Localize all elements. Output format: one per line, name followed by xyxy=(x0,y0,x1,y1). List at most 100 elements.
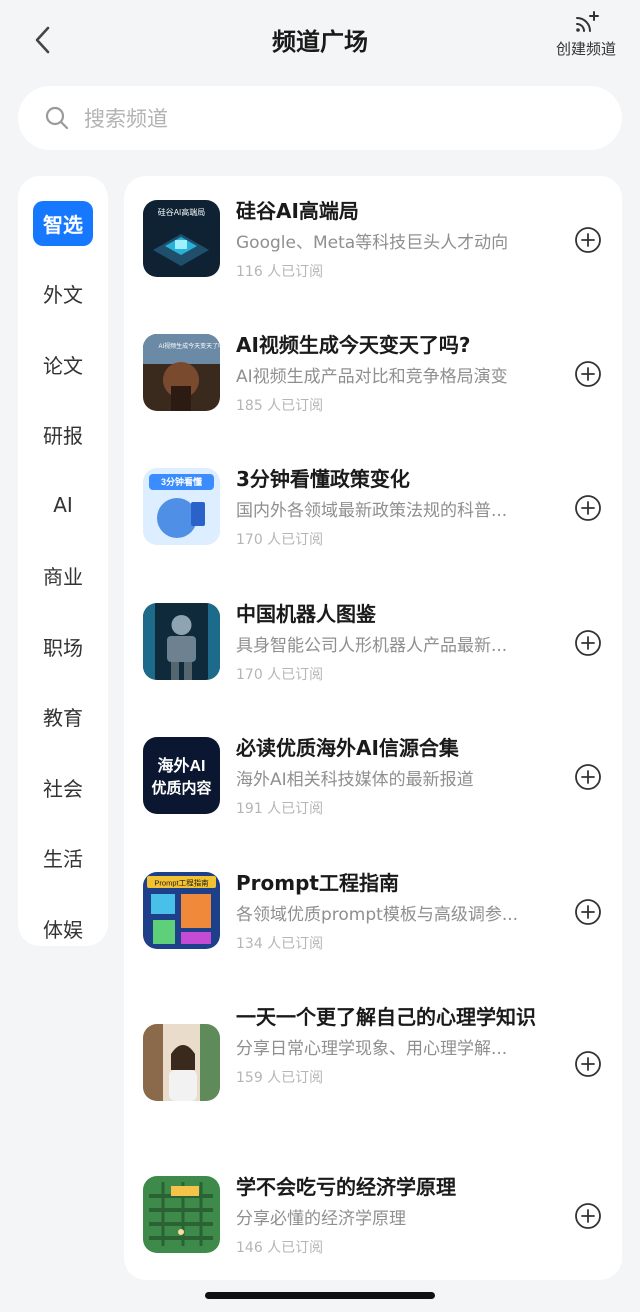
channel-thumbnail xyxy=(143,603,220,680)
category-label: 体娱 xyxy=(43,917,83,942)
subscribe-button[interactable] xyxy=(574,1202,602,1230)
subscribe-button[interactable] xyxy=(574,898,602,926)
plus-circle-icon xyxy=(575,227,601,253)
channel-info: 硅谷AI高端局 Google、Meta等科技巨头人才动向 116 人已订阅 xyxy=(236,194,556,286)
category-item[interactable]: 商业 xyxy=(18,541,108,612)
channel-row[interactable]: 中国机器人图鉴 具身智能公司人形机器人产品最新... 170 人已订阅 xyxy=(124,579,622,713)
home-indicator[interactable] xyxy=(205,1292,435,1299)
channel-subscribers: 134 人已订阅 xyxy=(236,936,324,952)
search-placeholder: 搜索频道 xyxy=(84,107,168,131)
subscribe-button[interactable] xyxy=(574,360,602,388)
channel-square-page: 频道广场 创建频道 搜索频道 智选 外文 论文 研报 AI 商业 职场 教育 社… xyxy=(0,0,640,1312)
category-item[interactable]: 智选 xyxy=(18,188,108,259)
channel-info: Prompt工程指南 各领域优质prompt模板与高级调参... 134 人已订… xyxy=(236,866,556,958)
channel-info: 必读优质海外AI信源合集 海外AI相关科技媒体的最新报道 191 人已订阅 xyxy=(236,731,556,823)
plus-circle-icon xyxy=(575,899,601,925)
header: 频道广场 创建频道 xyxy=(0,0,640,84)
channel-thumbnail xyxy=(143,1024,220,1101)
plus-circle-icon xyxy=(575,764,601,790)
channel-info: 学不会吃亏的经济学原理 分享必懂的经济学原理 146 人已订阅 xyxy=(236,1170,556,1262)
channel-title: 中国机器人图鉴 xyxy=(236,602,376,626)
category-item[interactable]: 教育 xyxy=(18,682,108,753)
category-label: 论文 xyxy=(43,353,83,378)
channel-subscribers: 170 人已订阅 xyxy=(236,667,324,683)
channel-row[interactable]: 一天一个更了解自己的心理学知识 分享日常心理学现象、用心理学解... 159 人… xyxy=(124,982,622,1152)
plus-circle-icon xyxy=(575,1051,601,1077)
search-input[interactable]: 搜索频道 xyxy=(18,86,622,150)
channel-subscribers: 191 人已订阅 xyxy=(236,801,324,817)
channel-desc: 分享必懂的经济学原理 xyxy=(236,1209,406,1229)
subscribe-button[interactable] xyxy=(574,226,602,254)
channel-title: 学不会吃亏的经济学原理 xyxy=(236,1175,456,1199)
channel-title: 3分钟看懂政策变化 xyxy=(236,467,410,491)
thumbnail-text: 3分钟看懂 xyxy=(161,476,202,487)
subscribe-button[interactable] xyxy=(574,629,602,657)
channel-title: 必读优质海外AI信源合集 xyxy=(236,736,459,760)
category-item[interactable]: 生活 xyxy=(18,823,108,894)
channel-subscribers: 146 人已订阅 xyxy=(236,1240,324,1256)
category-label: 社会 xyxy=(43,776,83,801)
category-item[interactable]: AI xyxy=(18,470,108,541)
channel-title: 硅谷AI高端局 xyxy=(236,199,359,223)
search-icon xyxy=(45,106,69,130)
category-label: 职场 xyxy=(43,635,83,660)
channel-row[interactable]: 学不会吃亏的经济学原理 分享必懂的经济学原理 146 人已订阅 xyxy=(124,1152,622,1280)
category-label: AI xyxy=(53,493,73,518)
channel-subscribers: 170 人已订阅 xyxy=(236,532,324,548)
channel-subscribers: 159 人已订阅 xyxy=(236,1070,324,1086)
channel-row[interactable]: Prompt工程指南 Prompt工程指南 各领域优质prompt模板与高级调参… xyxy=(124,848,622,982)
channel-thumbnail: 3分钟看懂 xyxy=(143,468,220,545)
plus-circle-icon xyxy=(575,361,601,387)
category-item[interactable]: 职场 xyxy=(18,611,108,682)
channel-thumbnail: 硅谷AI高端局 xyxy=(143,200,220,277)
channel-subscribers: 185 人已订阅 xyxy=(236,398,324,414)
channel-title: AI视频生成今天变天了吗? xyxy=(236,333,471,357)
channel-row[interactable]: 硅谷AI高端局 硅谷AI高端局 Google、Meta等科技巨头人才动向 116… xyxy=(124,176,622,310)
category-label: 商业 xyxy=(43,565,83,590)
category-item[interactable]: 体娱 xyxy=(18,893,108,964)
thumbnail-text: 硅谷AI高端局 xyxy=(158,207,206,217)
channel-info: 3分钟看懂政策变化 国内外各领域最新政策法规的科普... 170 人已订阅 xyxy=(236,462,556,554)
create-channel-button[interactable]: 创建频道 xyxy=(550,10,622,66)
channel-row[interactable]: 海外AI 优质内容 必读优质海外AI信源合集 海外AI相关科技媒体的最新报道 1… xyxy=(124,713,622,848)
channel-title: 一天一个更了解自己的心理学知识 xyxy=(236,1005,536,1029)
category-sidebar: 智选 外文 论文 研报 AI 商业 职场 教育 社会 生活 体娱 xyxy=(18,176,108,946)
plus-circle-icon xyxy=(575,1203,601,1229)
channel-thumbnail: 海外AI 优质内容 xyxy=(143,737,220,814)
channel-info: 一天一个更了解自己的心理学知识 分享日常心理学现象、用心理学解... 159 人… xyxy=(236,1000,556,1092)
category-label: 研报 xyxy=(43,424,83,449)
channel-row[interactable]: AI视频生成今天变天了吗? AI视频生成今天变天了吗? AI视频生成产品对比和竞… xyxy=(124,310,622,444)
subscribe-button[interactable] xyxy=(574,763,602,791)
channel-title: Prompt工程指南 xyxy=(236,871,399,895)
category-item[interactable]: 社会 xyxy=(18,752,108,823)
subscribe-button[interactable] xyxy=(574,494,602,522)
channel-thumbnail xyxy=(143,1176,220,1253)
channel-row[interactable]: 3分钟看懂 3分钟看懂政策变化 国内外各领域最新政策法规的科普... 170 人… xyxy=(124,444,622,579)
channel-subscribers: 116 人已订阅 xyxy=(236,264,324,280)
category-label: 外文 xyxy=(43,283,83,308)
channel-desc: 各领域优质prompt模板与高级调参... xyxy=(236,905,519,925)
thumbnail-text: AI视频生成今天变天了吗? xyxy=(158,342,220,350)
channel-desc: 具身智能公司人形机器人产品最新... xyxy=(236,636,508,656)
channel-desc: Google、Meta等科技巨头人才动向 xyxy=(236,233,509,253)
channel-desc: 海外AI相关科技媒体的最新报道 xyxy=(236,770,474,790)
category-label: 教育 xyxy=(43,706,83,731)
page-title: 频道广场 xyxy=(272,28,368,56)
channel-thumbnail: AI视频生成今天变天了吗? xyxy=(143,334,220,411)
subscribe-button[interactable] xyxy=(574,1050,602,1078)
channel-desc: 分享日常心理学现象、用心理学解... xyxy=(236,1039,508,1059)
thumbnail-text: 海外AI xyxy=(157,756,205,775)
plus-circle-icon xyxy=(575,630,601,656)
category-item[interactable]: 研报 xyxy=(18,400,108,471)
broadcast-plus-icon xyxy=(576,11,599,32)
create-channel-label: 创建频道 xyxy=(555,40,616,58)
category-item[interactable]: 外文 xyxy=(18,259,108,330)
category-item[interactable]: 论文 xyxy=(18,329,108,400)
channel-desc: AI视频生成产品对比和竞争格局演变 xyxy=(236,367,508,387)
thumbnail-text: Prompt工程指南 xyxy=(154,878,209,888)
category-label: 智选 xyxy=(33,200,93,246)
thumbnail-text: 优质内容 xyxy=(151,779,211,797)
category-label: 生活 xyxy=(43,847,83,872)
channel-desc: 国内外各领域最新政策法规的科普... xyxy=(236,501,508,521)
channel-info: 中国机器人图鉴 具身智能公司人形机器人产品最新... 170 人已订阅 xyxy=(236,597,556,689)
